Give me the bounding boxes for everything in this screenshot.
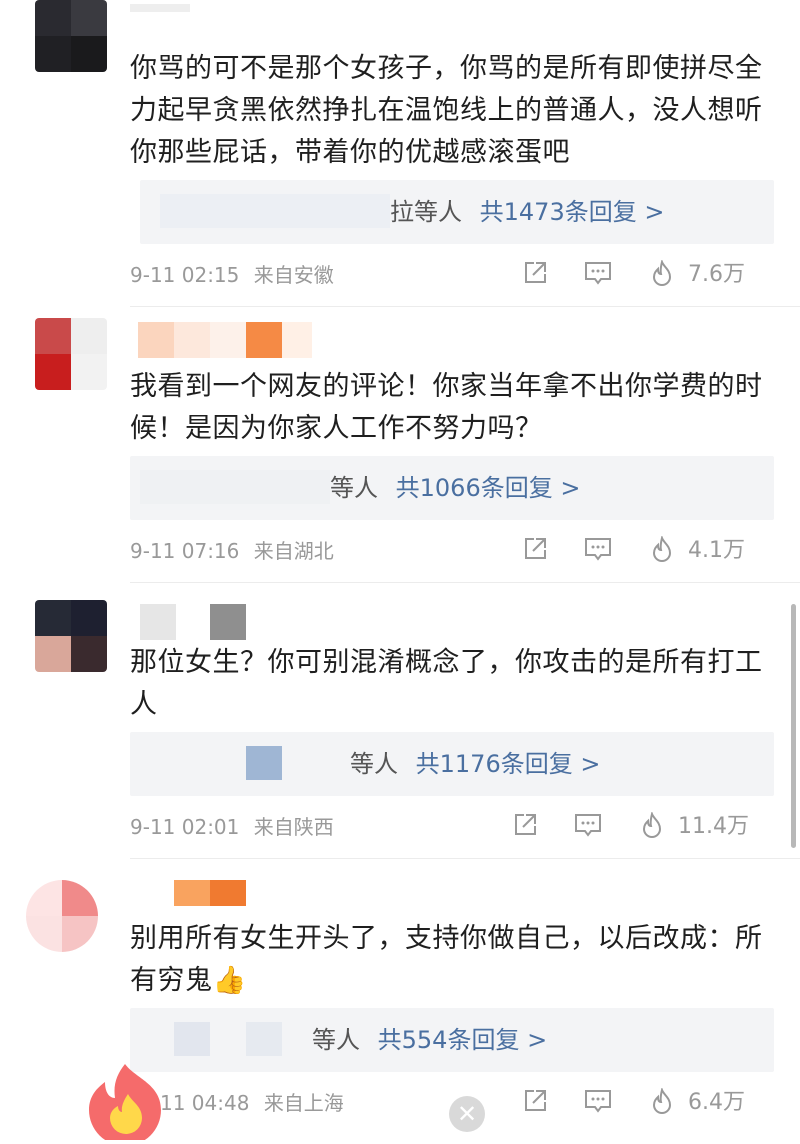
comment-time: 9-11 07:16	[130, 539, 240, 563]
floating-flame-icon	[70, 1060, 180, 1144]
reply-users: 等人	[330, 474, 378, 502]
reply-count-link[interactable]: 共1473条回复 >	[480, 198, 665, 226]
comment-location: 来自陕西	[253, 815, 334, 839]
divider	[130, 858, 800, 859]
like-count: 4.1万	[688, 538, 745, 563]
divider	[130, 306, 800, 307]
replies-box[interactable]: 等人 共554条回复 >	[130, 1008, 774, 1072]
comment-meta: 11 04:48 来自上海	[160, 1088, 344, 1118]
comment-time: 9-11 02:15	[130, 263, 240, 287]
flame-like-icon[interactable]	[650, 260, 674, 288]
comment-icon[interactable]	[574, 812, 602, 838]
comment-text: 我看到一个网友的评论！你家当年拿不出你学费的时候！是因为你家人工作不努力吗？	[130, 371, 763, 444]
like-count: 11.4万	[678, 814, 749, 839]
flame-like-icon[interactable]	[640, 812, 664, 840]
like-count: 6.4万	[688, 1090, 745, 1115]
flame-like-icon[interactable]	[650, 1088, 674, 1116]
share-icon[interactable]	[522, 1088, 548, 1114]
comment-icon[interactable]	[584, 536, 612, 562]
comment-location: 来自安徽	[253, 263, 334, 287]
reply-count-link[interactable]: 共554条回复 >	[378, 1026, 548, 1054]
avatar[interactable]	[26, 880, 98, 952]
divider	[130, 582, 800, 583]
avatar[interactable]	[35, 600, 107, 672]
share-icon[interactable]	[522, 536, 548, 562]
like-count: 7.6万	[688, 262, 745, 287]
comment-meta: 9-11 07:16 来自湖北	[130, 536, 334, 566]
close-icon[interactable]: ✕	[449, 1096, 485, 1132]
comment-meta: 9-11 02:01 来自陕西	[130, 812, 334, 842]
reply-count-link[interactable]: 共1066条回复 >	[396, 474, 581, 502]
comment-text: 你骂的可不是那个女孩子，你骂的是所有即使拼尽全力起早贪黑依然挣扎在温饱线上的普通…	[130, 53, 763, 168]
comment-location: 来自上海	[263, 1091, 344, 1115]
share-icon[interactable]	[522, 260, 548, 286]
reply-users: 等人	[312, 1026, 360, 1054]
reply-users: 等人	[350, 750, 398, 778]
comment-location: 来自湖北	[253, 539, 334, 563]
comment-time: 9-11 02:01	[130, 815, 240, 839]
comment-meta: 9-11 02:15 来自安徽	[130, 260, 334, 290]
avatar[interactable]	[35, 0, 107, 72]
comment-icon[interactable]	[584, 260, 612, 286]
avatar[interactable]	[35, 318, 107, 390]
replies-box[interactable]: 等人 共1066条回复 >	[130, 456, 774, 520]
scrollbar[interactable]	[791, 604, 796, 848]
comment-icon[interactable]	[584, 1088, 612, 1114]
reply-count-link[interactable]: 共1176条回复 >	[416, 750, 601, 778]
replies-box[interactable]: 等人 共1176条回复 >	[130, 732, 774, 796]
comment-text: 那位女生？你可别混淆概念了，你攻击的是所有打工人	[130, 647, 763, 720]
comment-text: 别用所有女生开头了，支持你做自己，以后改成：所有穷鬼👍	[130, 923, 763, 996]
flame-like-icon[interactable]	[650, 536, 674, 564]
replies-box[interactable]: 拉等人 共1473条回复 >	[140, 180, 774, 244]
share-icon[interactable]	[512, 812, 538, 838]
reply-users: 拉等人	[390, 198, 462, 226]
